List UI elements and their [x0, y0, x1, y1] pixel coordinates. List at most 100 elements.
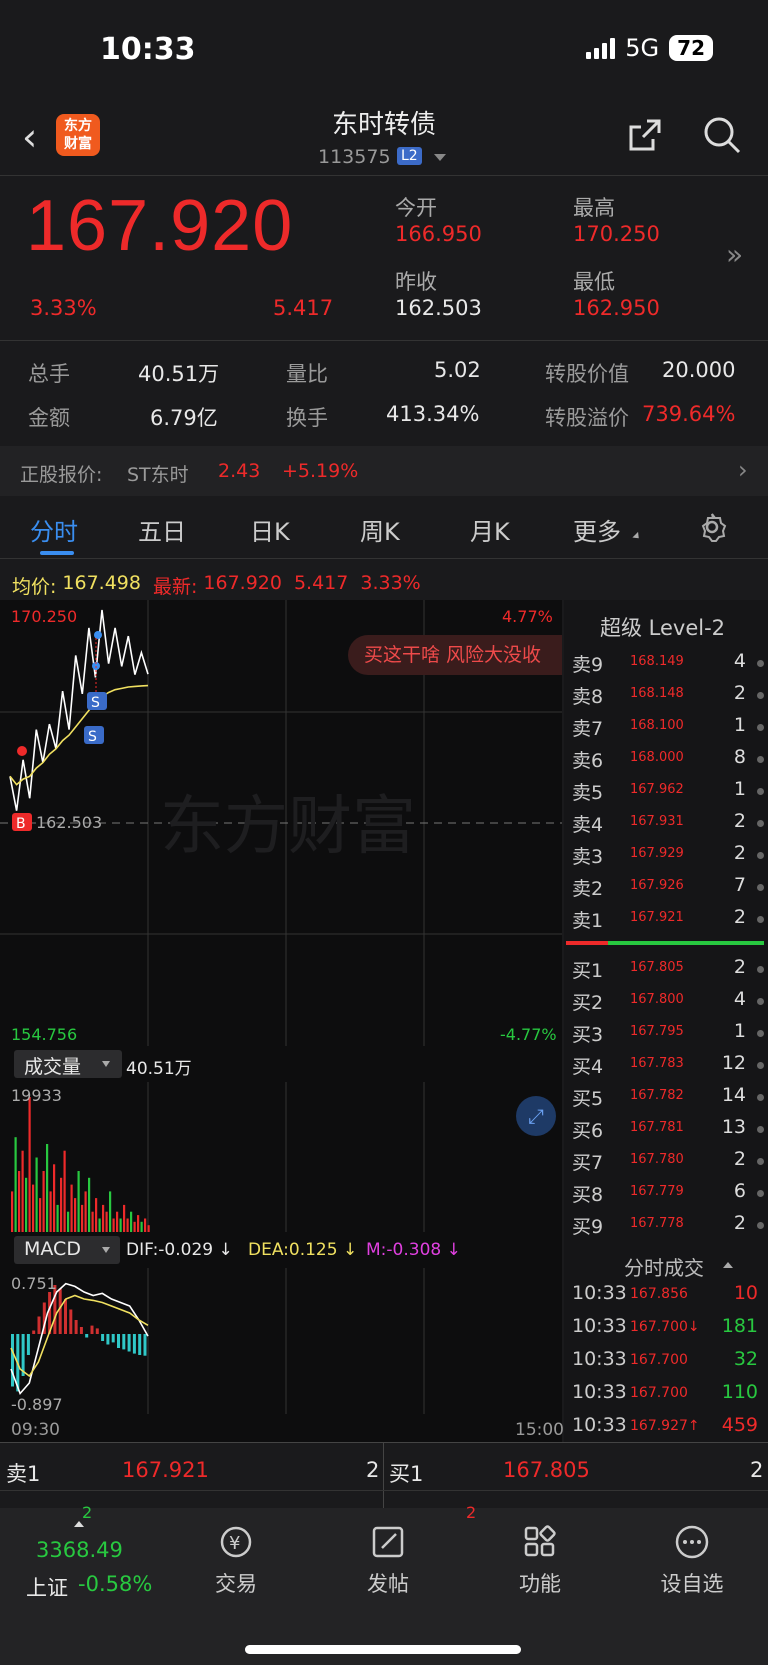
ask-row[interactable]: 卖6 168.000 8: [572, 746, 768, 778]
volume-bar: [18, 1171, 21, 1232]
search-icon[interactable]: [702, 115, 742, 155]
ask-row[interactable]: 卖8 168.148 2: [572, 682, 768, 714]
security-code[interactable]: 113575: [318, 146, 391, 168]
ask-row[interactable]: 卖9 168.149 4: [572, 650, 768, 682]
tab-five-day[interactable]: 五日: [138, 512, 186, 547]
bid-row[interactable]: 买3 167.795 1: [572, 1020, 768, 1052]
bid-row[interactable]: 买7 167.780 2: [572, 1148, 768, 1180]
bid-row[interactable]: 买9 167.778 2: [572, 1212, 768, 1244]
chevron-down-icon[interactable]: [434, 154, 446, 161]
network-label: 5G: [625, 34, 660, 62]
bid-row[interactable]: 买1 167.805 2: [572, 956, 768, 988]
best-bid-vol: 2: [750, 1458, 764, 1482]
ad-banner[interactable]: 买这干啥 风险大没收: [348, 635, 562, 675]
bid-row[interactable]: 买6 167.781 13: [572, 1116, 768, 1148]
volume-total: 40.51万: [126, 1059, 192, 1079]
home-indicator[interactable]: [245, 1645, 521, 1654]
volume-bar: [28, 1097, 31, 1232]
ask-row[interactable]: 卖4 167.931 2: [572, 810, 768, 842]
tab-intraday[interactable]: 分时: [30, 512, 78, 547]
ask-level: 卖6: [572, 750, 604, 772]
index-value[interactable]: 3368.49: [36, 1538, 123, 1562]
volume-bar: [137, 1215, 140, 1232]
ask-row[interactable]: 卖3 167.929 2: [572, 842, 768, 874]
change-pct: 3.33%: [30, 296, 97, 320]
volume-bar: [116, 1211, 119, 1232]
nav-watchlist[interactable]: 设自选: [642, 1524, 742, 1598]
volume-bar: [46, 1144, 49, 1232]
nav-watchlist-label: 设自选: [660, 1572, 724, 1596]
x-start-label: 09:30: [11, 1420, 60, 1440]
best-ask-label: 卖1: [6, 1462, 41, 1486]
ask-row[interactable]: 卖5 167.962 1: [572, 778, 768, 810]
tab-daily-k[interactable]: 日K: [250, 512, 290, 547]
volume-chart[interactable]: 19933: [0, 1082, 562, 1232]
macd-bottom-label: -0.897: [11, 1395, 63, 1414]
bid-row[interactable]: 买8 167.779 6: [572, 1180, 768, 1212]
tab-weekly-k[interactable]: 周K: [360, 512, 400, 547]
volume-bar: [126, 1218, 129, 1232]
underlying-row[interactable]: [0, 446, 768, 496]
ask-price: 168.000: [630, 750, 684, 765]
more-icon: [675, 1525, 709, 1559]
bid-price: 167.800: [630, 992, 684, 1007]
tab-monthly-k[interactable]: 月K: [470, 512, 510, 547]
volume-bar: [105, 1211, 108, 1232]
nav-post[interactable]: 发帖: [338, 1524, 438, 1598]
bid-row[interactable]: 买4 167.783 12: [572, 1052, 768, 1084]
nav-functions[interactable]: 功能: [490, 1524, 590, 1598]
macd-top-label: 0.751: [11, 1274, 57, 1293]
bid-price: 167.781: [630, 1120, 684, 1135]
tab-more[interactable]: 更多: [573, 512, 621, 547]
bid-volume: 6: [733, 1180, 746, 1202]
trade-row: 10:33 167.856 10: [572, 1282, 768, 1314]
expand-icon[interactable]: ⤢: [516, 1096, 556, 1136]
bid-row[interactable]: 买5 167.782 14: [572, 1084, 768, 1116]
macd-selector-label: MACD: [24, 1238, 81, 1260]
settings-icon[interactable]: [697, 512, 727, 542]
orderbook-title[interactable]: 超级 Level-2: [600, 612, 725, 642]
ask-row[interactable]: 卖1 167.921 2: [572, 906, 768, 938]
divider: [0, 175, 768, 176]
ask-row[interactable]: 卖7 168.100 1: [572, 714, 768, 746]
nav-functions-label: 功能: [519, 1572, 561, 1596]
volume-bar: [74, 1198, 77, 1232]
bid-ratio-bar: [608, 941, 764, 945]
avg-value: 167.498: [62, 572, 141, 594]
ask-level: 卖7: [572, 718, 604, 740]
expand-arrow-icon[interactable]: »: [726, 238, 743, 271]
trade-time: 10:33: [572, 1282, 627, 1304]
trade-row: 10:33 167.700↓ 181: [572, 1315, 768, 1347]
trade-price: 167.700: [630, 1352, 688, 1368]
chevron-up-icon[interactable]: [723, 1262, 733, 1268]
trades-title[interactable]: 分时成交: [624, 1252, 704, 1281]
dot-icon: [757, 756, 764, 763]
macd-bar: [143, 1334, 147, 1356]
caret-up-icon: [74, 1521, 84, 1527]
nav-trade[interactable]: ¥ 交易: [186, 1524, 286, 1598]
bid-row[interactable]: 买2 167.800 4: [572, 988, 768, 1020]
trade-volume: 32: [733, 1348, 758, 1370]
latest-label: 最新:: [152, 576, 198, 598]
macd-dif: DIF:-0.029 ↓: [126, 1240, 233, 1260]
bid-volume: 2: [733, 1148, 746, 1170]
macd-bar: [11, 1334, 14, 1387]
volume-bar: [147, 1225, 150, 1232]
share-icon[interactable]: [625, 115, 665, 155]
underlying-price: 2.43: [218, 460, 261, 482]
macd-bar: [138, 1334, 142, 1355]
volume-label: 总手: [28, 362, 70, 386]
ask-row[interactable]: 卖2 167.926 7: [572, 874, 768, 906]
volume-bar: [144, 1218, 147, 1232]
bid-volume: 2: [733, 956, 746, 978]
bid-price: 167.779: [630, 1184, 684, 1199]
bid-price: 167.795: [630, 1024, 684, 1039]
bid-volume: 13: [721, 1116, 746, 1138]
ask-level: 卖1: [572, 910, 604, 932]
grid-icon: [524, 1525, 556, 1557]
macd-chart[interactable]: 0.751 -0.897: [0, 1268, 562, 1414]
watermark: 东方财富: [160, 790, 416, 864]
avg-price-line: [9, 684, 149, 786]
ask-volume: 7: [733, 874, 746, 896]
bid-level: 买4: [572, 1056, 604, 1078]
